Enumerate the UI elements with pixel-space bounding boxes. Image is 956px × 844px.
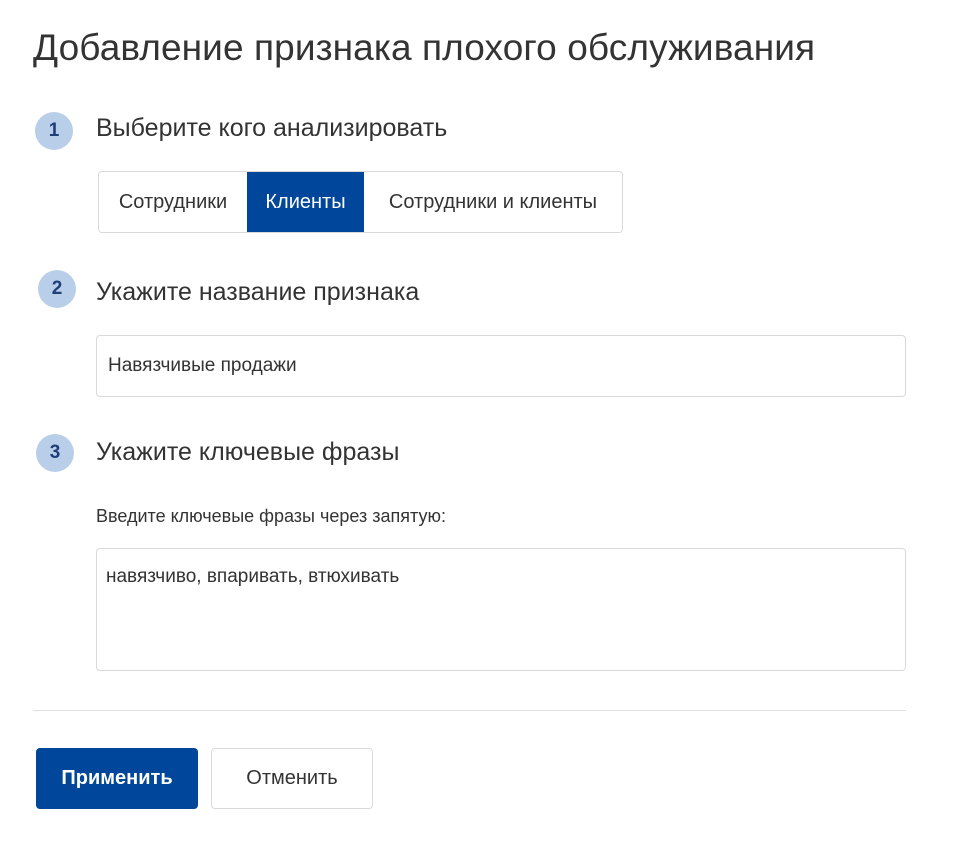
segment-employees[interactable]: Сотрудники xyxy=(99,172,247,232)
step-2-badge: 2 xyxy=(38,270,76,308)
segment-clients[interactable]: Клиенты xyxy=(247,172,364,232)
cancel-button[interactable]: Отменить xyxy=(211,748,373,809)
target-segmented-control: Сотрудники Клиенты Сотрудники и клиенты xyxy=(98,171,623,233)
apply-button[interactable]: Применить xyxy=(36,748,198,809)
key-phrases-textarea[interactable]: навязчиво, впаривать, втюхивать xyxy=(96,548,906,671)
segment-employees-and-clients[interactable]: Сотрудники и клиенты xyxy=(364,172,622,232)
step-3-title: Укажите ключевые фразы xyxy=(96,438,400,466)
feature-name-input[interactable] xyxy=(96,335,906,397)
step-1-title: Выберите кого анализировать xyxy=(96,114,448,142)
step-1-badge: 1 xyxy=(35,112,73,150)
divider xyxy=(33,710,906,711)
step-2-title: Укажите название признака xyxy=(96,278,420,306)
key-phrases-hint: Введите ключевые фразы через запятую: xyxy=(96,506,446,526)
step-3-badge: 3 xyxy=(36,434,74,472)
page-title: Добавление признака плохого обслуживания xyxy=(33,27,816,68)
